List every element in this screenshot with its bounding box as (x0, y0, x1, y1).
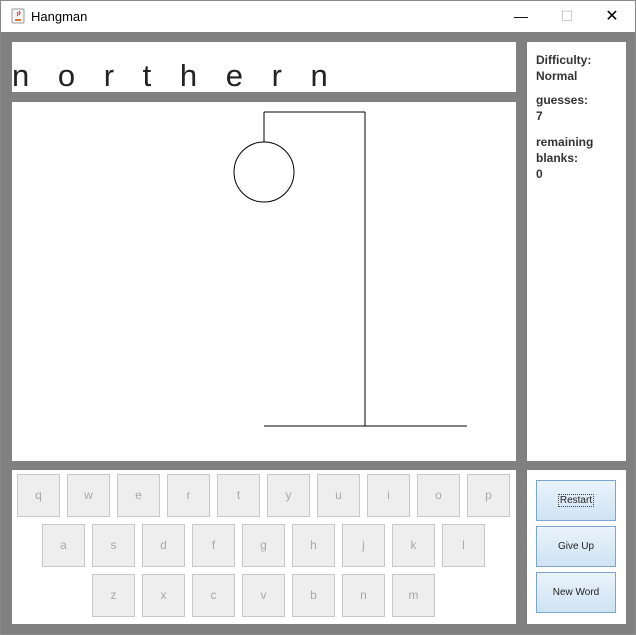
window-title: Hangman (31, 9, 88, 24)
difficulty-label: Difficulty: (536, 53, 592, 67)
key-q[interactable]: q (17, 474, 60, 517)
new-word-button[interactable]: New Word (536, 572, 616, 613)
word-display: n o r t h e r n (12, 58, 338, 93)
key-e[interactable]: e (117, 474, 160, 517)
key-v[interactable]: v (242, 574, 285, 617)
actions-panel: Restart Give Up New Word (527, 470, 626, 624)
key-o[interactable]: o (417, 474, 460, 517)
key-t[interactable]: t (217, 474, 260, 517)
key-k[interactable]: k (392, 524, 435, 567)
close-button[interactable]: ✕ (589, 1, 635, 32)
guesses-stat: guesses: 7 (536, 92, 588, 124)
hangman-head (233, 141, 295, 203)
blanks-label: blanks: (536, 151, 579, 165)
key-d[interactable]: d (142, 524, 185, 567)
word-panel: n o r t h e r n (12, 42, 516, 93)
key-b[interactable]: b (292, 574, 335, 617)
remaining-blanks-stat: remaining blanks: 0 (536, 134, 593, 182)
status-panel: Difficulty: Normal guesses: 7 remaining … (527, 42, 626, 461)
maximize-button[interactable]: ☐ (544, 1, 590, 32)
key-r[interactable]: r (167, 474, 210, 517)
key-a[interactable]: a (42, 524, 85, 567)
key-p[interactable]: p (467, 474, 510, 517)
key-w[interactable]: w (67, 474, 110, 517)
key-y[interactable]: y (267, 474, 310, 517)
key-c[interactable]: c (192, 574, 235, 617)
key-z[interactable]: z (92, 574, 135, 617)
hangman-window: Hangman — ☐ ✕ n o r t h e r n Difficulty… (0, 0, 636, 635)
title-bar: Hangman — ☐ ✕ (1, 1, 635, 32)
key-f[interactable]: f (192, 524, 235, 567)
key-m[interactable]: m (392, 574, 435, 617)
guesses-value: 7 (536, 109, 543, 123)
key-u[interactable]: u (317, 474, 360, 517)
gallows-canvas (12, 102, 516, 461)
key-i[interactable]: i (367, 474, 410, 517)
key-l[interactable]: l (442, 524, 485, 567)
remaining-blanks-value: 0 (536, 167, 543, 181)
key-h[interactable]: h (292, 524, 335, 567)
key-s[interactable]: s (92, 524, 135, 567)
restart-label: Restart (557, 494, 595, 507)
gallows-drawing (233, 111, 467, 427)
key-g[interactable]: g (242, 524, 285, 567)
difficulty-stat: Difficulty: Normal (536, 52, 591, 84)
java-app-icon (11, 8, 25, 24)
minimize-button[interactable]: — (498, 1, 544, 32)
key-j[interactable]: j (342, 524, 385, 567)
key-n[interactable]: n (342, 574, 385, 617)
restart-button[interactable]: Restart (536, 480, 616, 521)
difficulty-value: Normal (536, 69, 578, 83)
give-up-button[interactable]: Give Up (536, 526, 616, 567)
key-x[interactable]: x (142, 574, 185, 617)
guesses-label: guesses: (536, 93, 589, 107)
remaining-label: remaining (536, 135, 594, 149)
letter-keyboard: q w e r t y u i o p a s d f g h j k l z … (12, 470, 516, 624)
